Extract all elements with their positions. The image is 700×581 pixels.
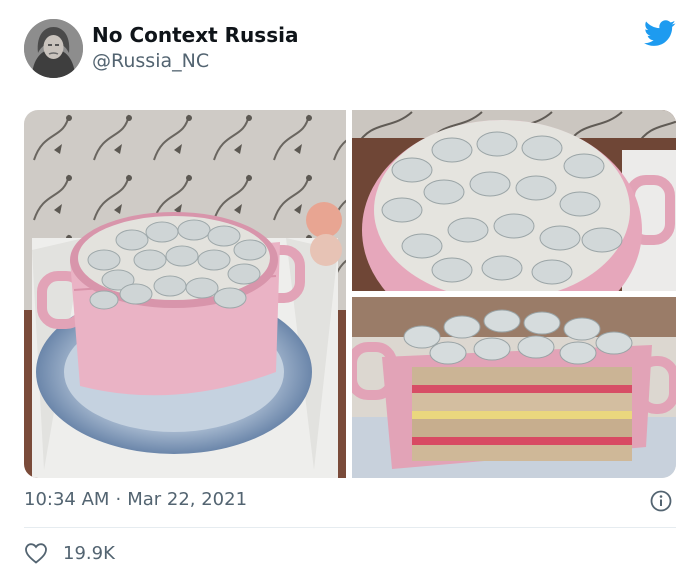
tweet-media-grid bbox=[24, 110, 676, 478]
media-photo-1[interactable] bbox=[24, 110, 346, 478]
like-action[interactable]: 19.9K bbox=[24, 539, 115, 567]
meta-separator: · bbox=[115, 489, 122, 510]
author-display-name[interactable]: No Context Russia bbox=[92, 24, 298, 46]
media-photo-2[interactable] bbox=[352, 110, 676, 291]
author-block[interactable]: No Context Russia @Russia_NC bbox=[92, 24, 298, 72]
avatar[interactable] bbox=[24, 19, 83, 78]
tweet-date: Mar 22, 2021 bbox=[127, 489, 248, 510]
info-icon[interactable] bbox=[650, 490, 672, 512]
media-photo-3[interactable] bbox=[352, 297, 676, 478]
tweet-card: No Context Russia @Russia_NC 10:34 AM · … bbox=[0, 0, 700, 581]
divider bbox=[24, 527, 676, 528]
tweet-time: 10:34 AM bbox=[24, 489, 110, 510]
author-handle[interactable]: @Russia_NC bbox=[92, 50, 298, 72]
twitter-bird-icon[interactable] bbox=[644, 20, 676, 47]
like-count: 19.9K bbox=[63, 542, 115, 564]
heart-icon[interactable] bbox=[24, 542, 48, 564]
tweet-timestamp[interactable]: 10:34 AM · Mar 22, 2021 bbox=[24, 488, 247, 512]
